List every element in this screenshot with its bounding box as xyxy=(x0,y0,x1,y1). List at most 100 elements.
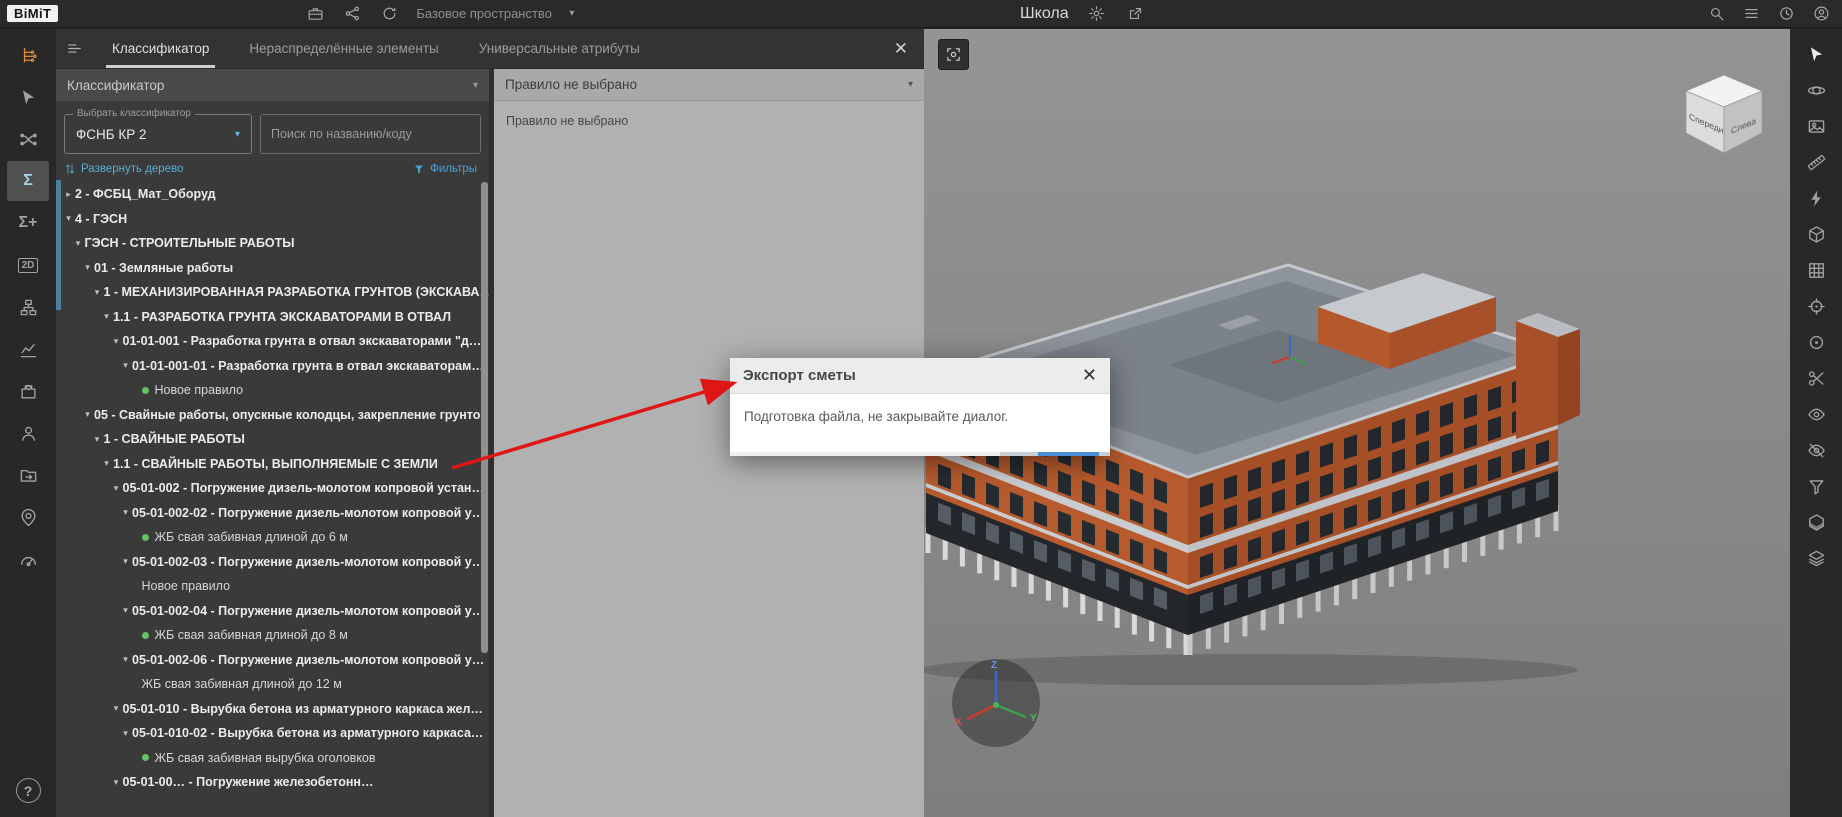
pivot-button[interactable] xyxy=(1797,325,1835,359)
axis-gizmo[interactable]: Z X Y xyxy=(950,657,1042,749)
help-button[interactable]: ? xyxy=(16,778,41,803)
chevron-down-icon[interactable]: ▾ xyxy=(91,434,104,445)
tree-item[interactable]: ▾01-01-001-01 - Разработка грунта в отва… xyxy=(56,354,489,379)
chevron-right-icon[interactable]: ▸ xyxy=(62,189,75,200)
focus-selection-button[interactable] xyxy=(1797,289,1835,323)
panel-tab[interactable]: Универсальные атрибуты xyxy=(459,29,660,68)
layers-button[interactable] xyxy=(1797,541,1835,575)
user-account-icon[interactable] xyxy=(1810,3,1832,25)
toolbox-icon[interactable] xyxy=(304,3,326,25)
tree-item[interactable]: ЖБ свая забивная длиной до 6 м xyxy=(56,525,489,550)
history-icon[interactable] xyxy=(1775,3,1797,25)
panel-menu-icon[interactable] xyxy=(56,29,92,68)
tree-scroll-indicator[interactable] xyxy=(56,180,61,310)
user-location-button[interactable] xyxy=(7,497,49,537)
classifier-select[interactable]: Выбрать классификатор ФСНБ КР 2 ▾ xyxy=(64,114,252,154)
estimate-add-button[interactable]: Σ+ xyxy=(7,203,49,243)
measure-button[interactable] xyxy=(1797,145,1835,179)
dashboard-button[interactable] xyxy=(7,539,49,579)
classifier-search-input[interactable] xyxy=(260,114,481,154)
hide-elements-button[interactable] xyxy=(1797,433,1835,467)
tree-item[interactable]: ▾05-01-002-03 - Погружение дизель-молото… xyxy=(56,550,489,575)
select-tool-button[interactable] xyxy=(7,77,49,117)
chevron-down-icon[interactable]: ▾ xyxy=(119,556,132,567)
panel-tab[interactable]: Нераспределённые элементы xyxy=(229,29,458,68)
clash-check-button[interactable] xyxy=(1797,181,1835,215)
filters-link[interactable]: Фильтры xyxy=(413,163,477,175)
structure-button[interactable] xyxy=(7,287,49,327)
chevron-down-icon[interactable]: ▾ xyxy=(81,409,94,420)
tree-item[interactable]: Новое правило xyxy=(56,378,489,403)
tree-item[interactable]: ЖБ свая забивная длиной до 12 м xyxy=(56,672,489,697)
section-box-button[interactable] xyxy=(1797,217,1835,251)
list-icon[interactable] xyxy=(1740,3,1762,25)
chevron-down-icon[interactable]: ▾ xyxy=(119,360,132,371)
connections-button[interactable] xyxy=(7,119,49,159)
tree-item[interactable]: ▾01 - Земляные работы xyxy=(56,256,489,281)
chevron-down-icon[interactable]: ▾ xyxy=(110,336,123,347)
rule-section-header[interactable]: Правило не выбрано ▾ xyxy=(494,69,924,101)
chevron-down-icon[interactable]: ▾ xyxy=(119,654,132,665)
clip-button[interactable] xyxy=(1797,361,1835,395)
close-panel-button[interactable]: ✕ xyxy=(894,39,908,59)
plugins-button[interactable] xyxy=(7,371,49,411)
isolate-button[interactable] xyxy=(1797,469,1835,503)
tree-item[interactable]: ▾05-01-002-02 - Погружение дизель-молото… xyxy=(56,501,489,526)
chevron-down-icon[interactable]: ▾ xyxy=(81,262,94,273)
tree-item[interactable]: ▾1 - СВАЙНЫЕ РАБОТЫ xyxy=(56,427,489,452)
chevron-down-icon[interactable]: ▾ xyxy=(110,703,123,714)
tree-item[interactable]: ▾1 - МЕХАНИЗИРОВАННАЯ РАЗРАБОТКА ГРУНТОВ… xyxy=(56,280,489,305)
section-fill-button[interactable] xyxy=(1797,505,1835,539)
chevron-down-icon[interactable]: ▾ xyxy=(91,287,104,298)
tree-item[interactable]: ЖБ свая забивная вырубка оголовков xyxy=(56,746,489,771)
show-elements-button[interactable] xyxy=(1797,397,1835,431)
settings-gear-icon[interactable] xyxy=(1086,3,1108,25)
share-icon[interactable] xyxy=(1125,3,1147,25)
shared-folders-button[interactable] xyxy=(7,455,49,495)
tree-item[interactable]: ▾05-01-002-04 - Погружение дизель-молото… xyxy=(56,599,489,624)
view-2d-button[interactable]: 2D xyxy=(7,245,49,285)
orbit-button[interactable] xyxy=(1797,73,1835,107)
screenshot-button[interactable] xyxy=(1797,109,1835,143)
tree-item[interactable]: Новое правило xyxy=(56,574,489,599)
chevron-down-icon[interactable]: ▾ xyxy=(110,777,123,788)
chevron-down-icon[interactable]: ▾ xyxy=(119,728,132,739)
panel-tab[interactable]: Классификатор xyxy=(92,29,229,68)
tree-item[interactable]: ▾05-01-010-02 - Вырубка бетона из армату… xyxy=(56,721,489,746)
tree-item[interactable]: ▸2 - ФСБЦ_Мат_Оборуд xyxy=(56,182,489,207)
search-icon[interactable] xyxy=(1705,3,1727,25)
expand-tree-link[interactable]: Развернуть дерево xyxy=(64,163,183,175)
chevron-down-icon[interactable]: ▾ xyxy=(119,605,132,616)
select-cursor-button[interactable] xyxy=(1797,37,1835,71)
tree-item[interactable]: ▾05-01-002 - Погружение дизель-молотом к… xyxy=(56,476,489,501)
classifier-section-header[interactable]: Классификатор ▾ xyxy=(56,69,489,101)
tree-scrollbar[interactable] xyxy=(481,182,488,653)
share-structure-icon[interactable] xyxy=(341,3,363,25)
chevron-down-icon[interactable]: ▾ xyxy=(110,483,123,494)
close-icon[interactable]: ✕ xyxy=(1082,365,1097,386)
sync-icon[interactable] xyxy=(378,3,400,25)
navigation-cube[interactable]: Спереди Слева xyxy=(1678,69,1770,165)
analytics-button[interactable] xyxy=(7,329,49,369)
tree-item[interactable]: ▾4 - ГЭСН xyxy=(56,207,489,232)
app-logo[interactable]: BiMiT xyxy=(7,5,58,22)
chevron-down-icon[interactable]: ▾ xyxy=(62,213,75,224)
users-button[interactable] xyxy=(7,413,49,453)
tree-item[interactable]: ▾05-01-002-06 - Погружение дизель-молото… xyxy=(56,648,489,673)
tree-item[interactable]: ▾01-01-001 - Разработка грунта в отвал э… xyxy=(56,329,489,354)
tree-item[interactable]: ▾05-01-00… - Погружение железобетонн… xyxy=(56,770,489,795)
tree-item[interactable]: ▾1.1 - РАЗРАБОТКА ГРУНТА ЭКСКАВАТОРАМИ В… xyxy=(56,305,489,330)
model-tree-button[interactable] xyxy=(7,35,49,75)
tree-item[interactable]: ▾05-01-010 - Вырубка бетона из арматурно… xyxy=(56,697,489,722)
focus-frame-button[interactable] xyxy=(938,39,969,70)
tree-item[interactable]: ▾05 - Свайные работы, опускные колодцы, … xyxy=(56,403,489,428)
chevron-down-icon[interactable]: ▾ xyxy=(100,458,113,469)
chevron-down-icon[interactable]: ▾ xyxy=(119,507,132,518)
chevron-down-icon[interactable]: ▾ xyxy=(72,238,85,249)
chevron-down-icon[interactable]: ▾ xyxy=(100,311,113,322)
tree-item[interactable]: ЖБ свая забивная длиной до 8 м xyxy=(56,623,489,648)
tree-item[interactable]: ▾ГЭСН - СТРОИТЕЛЬНЫЕ РАБОТЫ xyxy=(56,231,489,256)
workspace-selector[interactable]: Базовое пространство ▾ xyxy=(416,6,574,21)
estimate-rules-button[interactable]: Σ xyxy=(7,161,49,201)
grid-button[interactable] xyxy=(1797,253,1835,287)
